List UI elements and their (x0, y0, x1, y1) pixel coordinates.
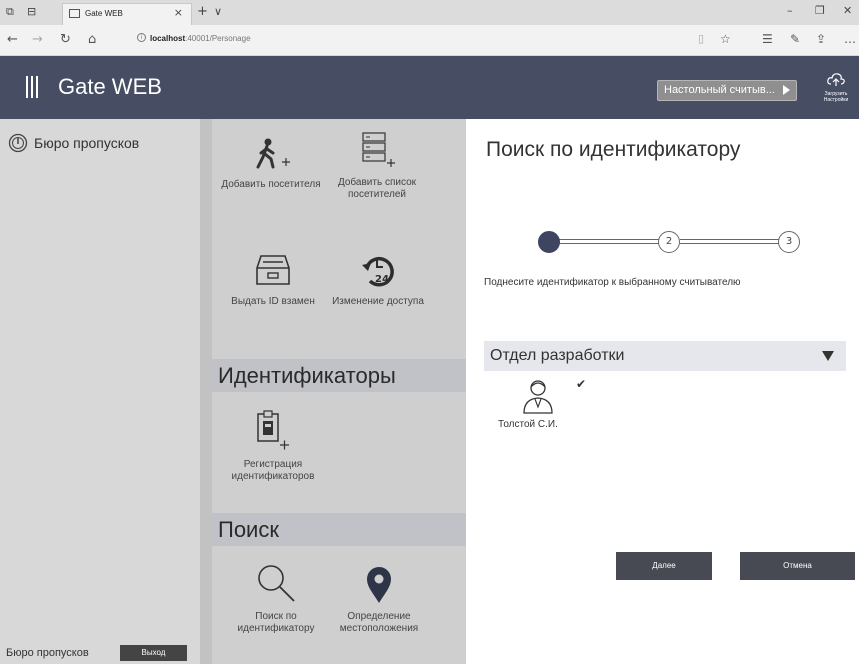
reader-button-label: Настольный считыв... (664, 84, 775, 96)
sidebar-item-label: Бюро пропусков (34, 135, 140, 151)
desktop-reader-button[interactable]: Настольный считыв... (657, 80, 797, 101)
search-panel: Поиск по идентификатору 1 2 3 Поднесите … (466, 119, 859, 664)
sidebar: Бюро пропусков Бюро пропусков Выход (0, 119, 200, 664)
favorite-star-icon[interactable]: ☆ (720, 32, 731, 46)
section-identifiers: Идентификаторы (212, 359, 466, 392)
locate-position-tile[interactable]: Определение местоположения (329, 563, 429, 635)
search-by-identifier-tile[interactable]: Поиск по идентификатору (226, 563, 326, 635)
add-visitor-icon (256, 138, 290, 169)
forward-icon[interactable]: → (32, 32, 43, 47)
browser-tab[interactable]: Gate WEB × (62, 3, 192, 25)
step-3: 3 (778, 231, 800, 253)
upload-label-2: Настройки (823, 97, 849, 103)
access-clock-icon: 24 (362, 257, 394, 287)
tile-label: Добавить список посетителей (337, 177, 417, 200)
register-identifiers-tile[interactable]: Регистрация идентификаторов (223, 409, 323, 483)
tile-label: Выдать ID взамен (231, 296, 315, 307)
add-visitor-list-tile[interactable]: Добавить список посетителей (327, 131, 427, 201)
notes-icon[interactable]: ✎ (790, 32, 800, 46)
next-button[interactable]: Далее (616, 552, 712, 580)
more-icon[interactable]: … (844, 32, 856, 46)
person-name: Толстой С.И. (498, 419, 558, 430)
tile-label: Определение местоположения (339, 611, 419, 634)
app-header: Gate WEB Настольный считыв... Загрузить … (0, 56, 859, 119)
refresh-icon[interactable]: ↻ (60, 32, 71, 47)
map-pin-icon (367, 567, 391, 603)
address-bar: ← → ↻ ⌂ i localhost:40001/Personage ▯ ☆ … (0, 25, 859, 56)
selected-check-icon: ✔ (576, 377, 587, 391)
share-icon[interactable]: ⇪ (816, 32, 826, 46)
browser-tab-bar: ⧉ ⊟ Gate WEB × + ∨ – ❐ ✕ (0, 0, 859, 25)
instruction-text: Поднесите идентификатор к выбранному счи… (484, 277, 741, 288)
issue-replacement-id-tile[interactable]: Выдать ID взамен (223, 252, 323, 308)
visitor-list-icon (362, 132, 395, 167)
play-arrow-icon (783, 85, 790, 95)
restore-icon[interactable]: ❐ (815, 4, 825, 17)
site-info-icon[interactable]: i (137, 33, 146, 42)
search-icon (258, 565, 295, 602)
menu-icon[interactable] (26, 76, 38, 98)
tile-label: Поиск по идентификатору (237, 611, 315, 634)
tab-list-button[interactable]: ∨ (214, 5, 222, 18)
tile-label: Регистрация идентификаторов (231, 459, 315, 482)
home-icon[interactable]: ⌂ (88, 32, 96, 47)
badge-add-icon (257, 410, 289, 450)
window-icon[interactable]: ⧉ (6, 5, 14, 19)
tabs-aside-icon[interactable]: ⊟ (27, 5, 36, 18)
panel-divider (200, 119, 212, 664)
new-tab-button[interactable]: + (197, 4, 208, 19)
back-icon[interactable]: ← (7, 32, 18, 47)
section-search: Поиск (212, 513, 466, 546)
tray-icon (256, 255, 290, 285)
close-tab-icon[interactable]: × (174, 6, 183, 19)
svg-text:24: 24 (375, 274, 389, 285)
action-panel: Добавить посетителя Добавить список посе… (200, 119, 466, 664)
page-icon (69, 9, 80, 18)
add-visitor-tile[interactable]: Добавить посетителя (221, 137, 321, 191)
panel-title: Поиск по идентификатору (486, 138, 741, 161)
minimize-icon[interactable]: – (787, 4, 793, 17)
cloud-upload-icon (827, 73, 845, 86)
tile-label: Добавить посетителя (221, 179, 321, 190)
wizard-stepper: 1 2 3 (538, 231, 800, 253)
tab-title: Gate WEB (85, 9, 123, 18)
change-access-tile[interactable]: 24 Изменение доступа (328, 252, 428, 308)
tile-label: Изменение доступа (332, 296, 424, 307)
app-title: Gate WEB (58, 74, 162, 99)
cancel-button[interactable]: Отмена (740, 552, 855, 580)
url-field[interactable]: localhost:40001/Personage (150, 34, 251, 43)
person-avatar-icon (523, 380, 553, 414)
current-section-label: Бюро пропусков (6, 647, 89, 659)
step-connector (680, 239, 786, 244)
step-2: 2 (658, 231, 680, 253)
step-1: 1 (538, 231, 560, 253)
department-value: Отдел разработки (490, 347, 625, 364)
close-window-icon[interactable]: ✕ (843, 4, 852, 17)
reading-view-icon[interactable]: ▯ (698, 32, 704, 45)
logout-button[interactable]: Выход (120, 645, 187, 661)
step-connector (558, 239, 660, 244)
gauge-icon (8, 133, 28, 153)
dropdown-arrow-icon (822, 351, 834, 361)
department-select[interactable]: Отдел разработки (484, 341, 846, 371)
upload-settings-button[interactable]: Загрузить Настройки (816, 72, 856, 112)
favorites-icon[interactable]: ☰ (762, 32, 773, 46)
